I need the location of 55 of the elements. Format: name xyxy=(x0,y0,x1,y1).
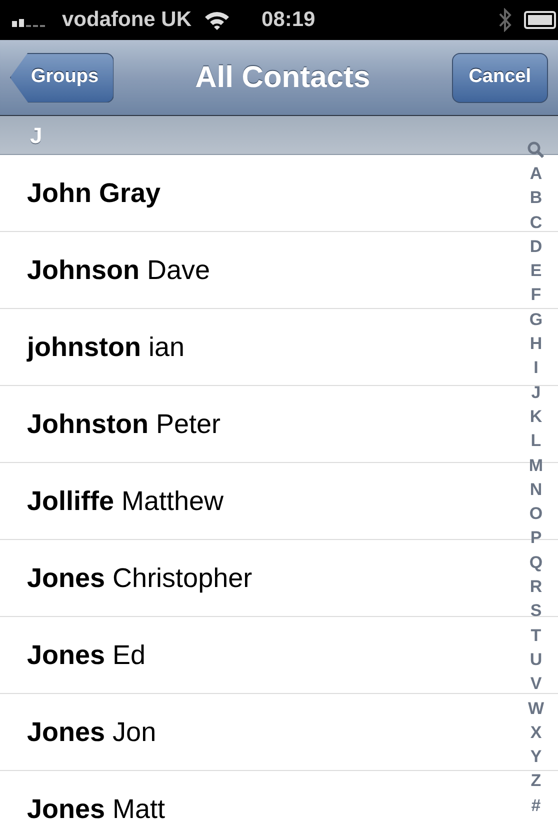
index-letter[interactable]: J xyxy=(531,380,541,405)
screen-title: All Contacts xyxy=(195,60,370,96)
index-letter[interactable]: S xyxy=(530,599,542,624)
index-letter[interactable]: X xyxy=(530,720,542,746)
contact-row[interactable]: Johnston Peter xyxy=(0,386,512,462)
bluetooth-icon xyxy=(498,8,512,32)
index-letter[interactable]: O xyxy=(529,502,543,526)
contact-row[interactable]: Jones Matt xyxy=(0,771,512,832)
index-letter[interactable]: T xyxy=(530,624,542,648)
contact-name: Jones Jon xyxy=(27,716,156,749)
search-icon[interactable] xyxy=(527,141,545,159)
index-letter[interactable]: C xyxy=(530,210,542,235)
contact-name: Johnston Peter xyxy=(27,408,221,441)
cancel-button[interactable]: Cancel xyxy=(452,52,548,102)
index-letter[interactable]: D xyxy=(530,234,542,260)
index-letter[interactable]: I xyxy=(534,356,538,381)
contact-row[interactable]: Jones Christopher xyxy=(0,540,512,616)
contact-row[interactable]: John Gray xyxy=(0,155,512,231)
clock-time: 08:19 xyxy=(262,7,316,34)
contact-name: Jolliffe Matthew xyxy=(27,484,224,518)
index-letter[interactable]: G xyxy=(529,308,543,332)
contact-row[interactable]: Jolliffe Matthew xyxy=(0,463,512,539)
battery-icon xyxy=(524,10,558,30)
index-letter[interactable]: Z xyxy=(530,769,542,794)
index-letter[interactable]: E xyxy=(530,259,542,284)
contact-name: Jones Christopher xyxy=(27,562,252,595)
index-letter[interactable]: B xyxy=(530,186,542,211)
contact-row[interactable]: Jones Ed xyxy=(0,617,512,693)
index-letter[interactable]: Q xyxy=(529,550,543,576)
index-letter[interactable]: # xyxy=(531,794,541,818)
index-letter[interactable]: V xyxy=(530,672,542,697)
index-letter[interactable]: N xyxy=(530,478,542,502)
contact-name: Johnson Dave xyxy=(27,254,210,287)
index-letter[interactable]: F xyxy=(530,283,542,308)
contact-name: John Gray xyxy=(27,176,161,210)
contact-name: johnston ian xyxy=(27,330,185,364)
contact-name: Jones Matt xyxy=(27,792,166,826)
index-letter[interactable]: K xyxy=(530,404,542,430)
section-letter: J xyxy=(30,122,42,150)
contact-name: Jones Ed xyxy=(27,638,146,672)
carrier-name: vodafone UK xyxy=(62,7,192,34)
index-letter[interactable]: H xyxy=(530,332,542,356)
contact-row[interactable]: johnston ian xyxy=(0,309,512,385)
index-letter[interactable]: R xyxy=(530,575,542,600)
index-letter[interactable]: L xyxy=(530,429,542,454)
index-letter[interactable]: Y xyxy=(530,745,542,770)
index-letter[interactable]: M xyxy=(528,454,544,478)
wifi-icon xyxy=(204,10,230,30)
index-letter[interactable]: W xyxy=(528,696,544,721)
index-letter[interactable]: P xyxy=(530,526,542,551)
index-letter[interactable]: A xyxy=(530,162,542,186)
index-letter[interactable]: U xyxy=(530,648,542,672)
contact-row[interactable]: Johnson Dave xyxy=(0,232,512,308)
back-button[interactable]: Groups xyxy=(10,52,114,102)
contact-row[interactable]: Jones Jon xyxy=(0,694,512,770)
